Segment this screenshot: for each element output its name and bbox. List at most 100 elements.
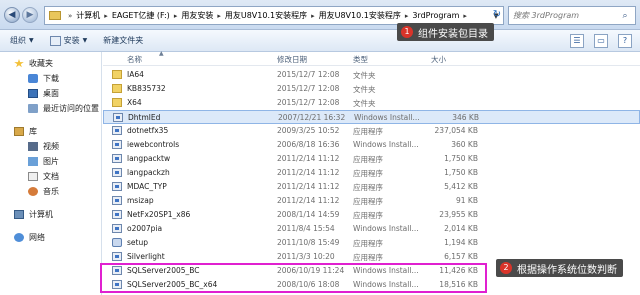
installer-icon: [112, 210, 122, 219]
file-type: 应用程序: [353, 253, 383, 262]
installer-icon: [112, 182, 122, 191]
breadcrumb-3rdprogram[interactable]: 3rdProgram ▸: [412, 11, 471, 20]
file-row[interactable]: iewebcontrols 2006/8/18 16:36 Windows Inst…: [103, 138, 640, 152]
document-icon: [28, 172, 38, 181]
annotation-number-1: 1: [401, 26, 413, 38]
file-type: 文件夹: [353, 99, 376, 108]
annotation-callout-1: 1 组件安装包目录: [397, 23, 494, 41]
file-name: msizap: [127, 196, 154, 205]
annotation-text-1: 组件安装包目录: [418, 28, 488, 40]
file-name: KB835732: [127, 84, 166, 93]
preview-pane-icon[interactable]: ▭: [594, 34, 608, 48]
column-header-date[interactable]: 修改日期: [277, 54, 307, 65]
organize-button[interactable]: 组织 ▼: [10, 35, 34, 46]
sidebar-item-desktop[interactable]: 桌面: [0, 86, 101, 101]
file-row[interactable]: X64 2015/12/7 12:08 文件夹: [103, 96, 640, 110]
column-header-name[interactable]: 名称: [127, 54, 142, 65]
file-name: setup: [127, 238, 148, 247]
file-date: 2011/2/14 11:12: [277, 196, 340, 205]
download-icon: [28, 74, 38, 83]
annotation-number-2: 2: [500, 262, 512, 274]
sidebar-item-network[interactable]: 网络: [0, 230, 101, 245]
file-row[interactable]: dotnetfx35 2009/3/25 10:52 应用程序 237,054 KB: [103, 124, 640, 138]
installer-icon: [112, 154, 122, 163]
file-row[interactable]: IA64 2015/12/7 12:08 文件夹: [103, 68, 640, 82]
file-date: 2015/12/7 12:08: [277, 98, 340, 107]
install-button[interactable]: 安装 ▼: [49, 35, 87, 46]
music-icon: [28, 187, 38, 196]
file-date: 2007/12/21 16:32: [278, 113, 346, 122]
column-header-size[interactable]: 大小: [431, 54, 446, 65]
file-size: 237,054 KB: [434, 126, 478, 135]
breadcrumb-u8-1[interactable]: 用友U8V10.1安装程序 ▸: [225, 10, 319, 21]
command-toolbar: 组织 ▼ 安装 ▼ 新建文件夹 ☰ ▭ ?: [0, 30, 640, 52]
file-type: 应用程序: [353, 197, 383, 206]
sidebar-item-music[interactable]: 音乐: [0, 184, 101, 199]
search-icon[interactable]: ⌕: [618, 11, 632, 21]
forward-icon[interactable]: ▶: [22, 7, 38, 23]
sort-up-icon: ▲: [159, 50, 164, 57]
back-icon[interactable]: ◀: [4, 7, 20, 23]
file-size: 1,194 KB: [444, 238, 478, 247]
file-size: 91 KB: [456, 196, 478, 205]
address-bar-row: ◀ ▶ » 计算机 ▸ EAGET亿捷 (F:) ▸ 用友安装 ▸ 用友U8V10.1…: [0, 0, 640, 30]
file-name: IA64: [127, 70, 144, 79]
file-date: 2011/2/14 11:12: [277, 154, 340, 163]
installer-icon: [112, 168, 122, 177]
column-header-row: ▲ 名称 修改日期 类型 大小: [103, 50, 640, 66]
star-icon: [14, 59, 24, 68]
file-row[interactable]: o2007pia 2011/8/4 15:54 Windows Install...…: [103, 222, 640, 236]
file-name: dotnetfx35: [127, 126, 169, 135]
file-name: NetFx20SP1_x86: [127, 210, 191, 219]
folder-icon: [112, 98, 122, 107]
file-size: 360 KB: [451, 140, 478, 149]
view-options-icon[interactable]: ☰: [570, 34, 584, 48]
file-name: langpackzh: [127, 168, 170, 177]
file-row[interactable]: NetFx20SP1_x86 2008/1/14 14:59 应用程序 23,955 …: [103, 208, 640, 222]
sidebar-item-favorites[interactable]: 收藏夹: [0, 56, 101, 71]
file-size: 23,955 KB: [439, 210, 478, 219]
file-row[interactable]: msizap 2011/2/14 11:12 应用程序 91 KB: [103, 194, 640, 208]
new-folder-button[interactable]: 新建文件夹: [103, 35, 143, 46]
file-size: 5,412 KB: [444, 182, 478, 191]
file-row[interactable]: langpacktw 2011/2/14 11:12 应用程序 1,750 KB: [103, 152, 640, 166]
file-type: Windows Install...: [353, 140, 419, 149]
desktop-icon: [28, 89, 38, 98]
file-row[interactable]: setup 2011/10/8 15:49 应用程序 1,194 KB: [103, 236, 640, 250]
breadcrumb-drive[interactable]: EAGET亿捷 (F:) ▸: [112, 10, 182, 21]
refresh-icon[interactable]: ↻: [490, 7, 504, 23]
sidebar-item-pictures[interactable]: 图片: [0, 154, 101, 169]
chevron-down-icon: ▼: [29, 37, 34, 44]
file-row[interactable]: MDAC_TYP 2011/2/14 11:12 应用程序 5,412 KB: [103, 180, 640, 194]
video-icon: [28, 142, 38, 151]
computer-icon: [14, 210, 24, 219]
file-row[interactable]: KB835732 2015/12/7 12:08 文件夹: [103, 82, 640, 96]
sidebar-item-downloads[interactable]: 下载: [0, 71, 101, 86]
file-row[interactable]: langpackzh 2011/2/14 11:12 应用程序 1,750 KB: [103, 166, 640, 180]
breadcrumb-yonyou[interactable]: 用友安装 ▸: [181, 10, 225, 21]
sidebar-item-libraries[interactable]: 库: [0, 124, 101, 139]
column-header-type[interactable]: 类型: [353, 54, 368, 65]
breadcrumb-u8-2[interactable]: 用友U8V10.1安装程序 ▸: [319, 10, 413, 21]
file-type: 应用程序: [353, 183, 383, 192]
file-date: 2011/8/4 15:54: [277, 224, 335, 233]
installer-icon: [112, 224, 122, 233]
sidebar-item-videos[interactable]: 视频: [0, 139, 101, 154]
file-type: Windows Install...: [354, 113, 420, 122]
network-icon: [14, 233, 24, 242]
installer-icon: [113, 113, 123, 122]
file-row[interactable]: DhtmlEd 2007/12/21 16:32 Windows Install..…: [103, 110, 640, 124]
breadcrumb-computer[interactable]: 计算机 ▸: [76, 10, 112, 21]
sidebar-item-recent[interactable]: 最近访问的位置: [0, 101, 101, 116]
search-box[interactable]: ⌕: [508, 6, 636, 25]
folder-icon: [112, 70, 122, 79]
file-date: 2011/3/3 10:20: [277, 252, 335, 261]
breadcrumb-root[interactable]: »: [64, 12, 76, 20]
search-input[interactable]: [513, 11, 618, 20]
file-name: MDAC_TYP: [127, 182, 167, 191]
help-icon[interactable]: ?: [618, 34, 632, 48]
installer-icon: [112, 126, 122, 135]
sidebar-item-computer[interactable]: 计算机: [0, 207, 101, 222]
file-date: 2011/10/8 15:49: [277, 238, 340, 247]
sidebar-item-documents[interactable]: 文档: [0, 169, 101, 184]
